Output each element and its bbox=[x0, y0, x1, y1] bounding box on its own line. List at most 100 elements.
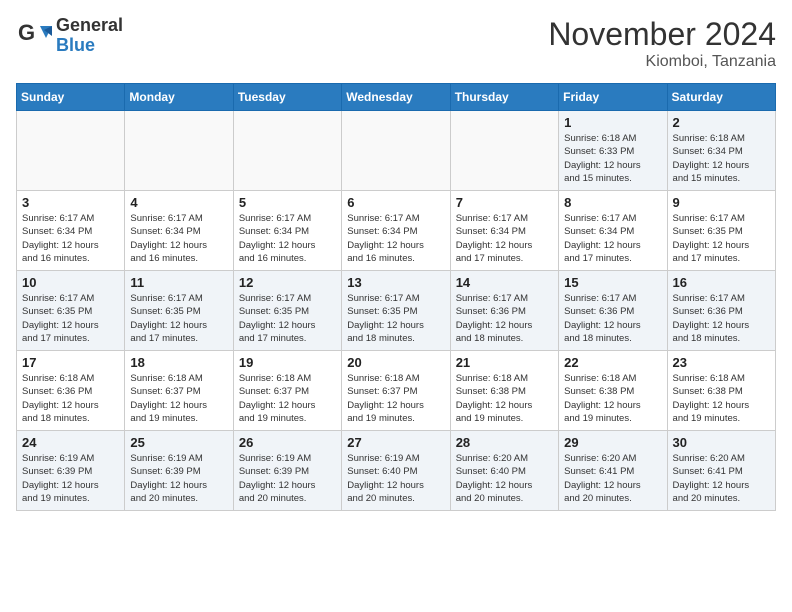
calendar-week-row: 10Sunrise: 6:17 AM Sunset: 6:35 PM Dayli… bbox=[17, 271, 776, 351]
day-info: Sunrise: 6:17 AM Sunset: 6:34 PM Dayligh… bbox=[130, 212, 227, 265]
day-info: Sunrise: 6:19 AM Sunset: 6:40 PM Dayligh… bbox=[347, 452, 444, 505]
day-number: 22 bbox=[564, 355, 661, 370]
day-info: Sunrise: 6:18 AM Sunset: 6:37 PM Dayligh… bbox=[347, 372, 444, 425]
day-number: 23 bbox=[673, 355, 770, 370]
logo-general-text: General bbox=[56, 16, 123, 36]
day-info: Sunrise: 6:18 AM Sunset: 6:37 PM Dayligh… bbox=[130, 372, 227, 425]
day-number: 5 bbox=[239, 195, 336, 210]
calendar-cell: 17 Sunrise: 6:18 AM Sunset: 6:36 PM Dayli… bbox=[17, 351, 125, 431]
calendar-cell bbox=[342, 111, 450, 191]
day-number: 30 bbox=[673, 435, 770, 450]
calendar-cell: 22Sunrise: 6:18 AM Sunset: 6:38 PM Dayli… bbox=[559, 351, 667, 431]
day-number: 7 bbox=[456, 195, 553, 210]
weekday-header-saturday: Saturday bbox=[667, 84, 775, 111]
day-info: Sunrise: 6:20 AM Sunset: 6:41 PM Dayligh… bbox=[673, 452, 770, 505]
calendar-cell: 12 Sunrise: 6:17 AM Sunset: 6:35 PM Dayli… bbox=[233, 271, 341, 351]
day-number: 20 bbox=[347, 355, 444, 370]
weekday-header-wednesday: Wednesday bbox=[342, 84, 450, 111]
weekday-header-sunday: Sunday bbox=[17, 84, 125, 111]
day-number: 14 bbox=[456, 275, 553, 290]
calendar-cell: 25 Sunrise: 6:19 AM Sunset: 6:39 PM Dayli… bbox=[125, 431, 233, 511]
calendar-cell: 6 Sunrise: 6:17 AM Sunset: 6:34 PM Daylig… bbox=[342, 191, 450, 271]
weekday-header-tuesday: Tuesday bbox=[233, 84, 341, 111]
day-info: Sunrise: 6:17 AM Sunset: 6:34 PM Dayligh… bbox=[347, 212, 444, 265]
calendar-cell: 1 Sunrise: 6:18 AM Sunset: 6:33 PM Daylig… bbox=[559, 111, 667, 191]
calendar-cell bbox=[450, 111, 558, 191]
calendar-week-row: 3 Sunrise: 6:17 AM Sunset: 6:34 PM Daylig… bbox=[17, 191, 776, 271]
day-number: 25 bbox=[130, 435, 227, 450]
calendar-cell: 26Sunrise: 6:19 AM Sunset: 6:39 PM Dayli… bbox=[233, 431, 341, 511]
weekday-header-row: SundayMondayTuesdayWednesdayThursdayFrid… bbox=[17, 84, 776, 111]
calendar-cell: 15 Sunrise: 6:17 AM Sunset: 6:36 PM Dayli… bbox=[559, 271, 667, 351]
calendar-subtitle: Kiomboi, Tanzania bbox=[548, 53, 776, 71]
day-number: 8 bbox=[564, 195, 661, 210]
calendar-week-row: 24Sunrise: 6:19 AM Sunset: 6:39 PM Dayli… bbox=[17, 431, 776, 511]
page-header: G General Blue November 2024 Kiomboi, Ta… bbox=[16, 16, 776, 71]
day-info: Sunrise: 6:17 AM Sunset: 6:35 PM Dayligh… bbox=[673, 212, 770, 265]
calendar-cell: 3 Sunrise: 6:17 AM Sunset: 6:34 PM Daylig… bbox=[17, 191, 125, 271]
logo-icon: G bbox=[16, 18, 52, 54]
calendar-cell: 24Sunrise: 6:19 AM Sunset: 6:39 PM Dayli… bbox=[17, 431, 125, 511]
day-number: 4 bbox=[130, 195, 227, 210]
day-info: Sunrise: 6:17 AM Sunset: 6:35 PM Dayligh… bbox=[239, 292, 336, 345]
day-number: 26 bbox=[239, 435, 336, 450]
day-info: Sunrise: 6:18 AM Sunset: 6:38 PM Dayligh… bbox=[673, 372, 770, 425]
day-number: 2 bbox=[673, 115, 770, 130]
calendar-cell: 7Sunrise: 6:17 AM Sunset: 6:34 PM Daylig… bbox=[450, 191, 558, 271]
calendar-cell: 13Sunrise: 6:17 AM Sunset: 6:35 PM Dayli… bbox=[342, 271, 450, 351]
day-number: 21 bbox=[456, 355, 553, 370]
day-number: 6 bbox=[347, 195, 444, 210]
calendar-cell bbox=[233, 111, 341, 191]
calendar-cell: 18 Sunrise: 6:18 AM Sunset: 6:37 PM Dayli… bbox=[125, 351, 233, 431]
day-info: Sunrise: 6:19 AM Sunset: 6:39 PM Dayligh… bbox=[130, 452, 227, 505]
weekday-header-friday: Friday bbox=[559, 84, 667, 111]
day-info: Sunrise: 6:18 AM Sunset: 6:38 PM Dayligh… bbox=[456, 372, 553, 425]
day-number: 27 bbox=[347, 435, 444, 450]
day-info: Sunrise: 6:20 AM Sunset: 6:41 PM Dayligh… bbox=[564, 452, 661, 505]
day-number: 29 bbox=[564, 435, 661, 450]
day-number: 19 bbox=[239, 355, 336, 370]
day-info: Sunrise: 6:17 AM Sunset: 6:35 PM Dayligh… bbox=[130, 292, 227, 345]
weekday-header-thursday: Thursday bbox=[450, 84, 558, 111]
day-number: 15 bbox=[564, 275, 661, 290]
day-info: Sunrise: 6:17 AM Sunset: 6:36 PM Dayligh… bbox=[564, 292, 661, 345]
day-info: Sunrise: 6:17 AM Sunset: 6:36 PM Dayligh… bbox=[673, 292, 770, 345]
calendar-cell: 28Sunrise: 6:20 AM Sunset: 6:40 PM Dayli… bbox=[450, 431, 558, 511]
day-info: Sunrise: 6:17 AM Sunset: 6:34 PM Dayligh… bbox=[239, 212, 336, 265]
day-number: 13 bbox=[347, 275, 444, 290]
calendar-title: November 2024 bbox=[548, 16, 776, 53]
day-info: Sunrise: 6:18 AM Sunset: 6:33 PM Dayligh… bbox=[564, 132, 661, 185]
calendar-cell: 8 Sunrise: 6:17 AM Sunset: 6:34 PM Daylig… bbox=[559, 191, 667, 271]
logo: G General Blue bbox=[16, 16, 123, 56]
calendar-cell: 9Sunrise: 6:17 AM Sunset: 6:35 PM Daylig… bbox=[667, 191, 775, 271]
calendar-week-row: 17 Sunrise: 6:18 AM Sunset: 6:36 PM Dayli… bbox=[17, 351, 776, 431]
calendar-cell: 27 Sunrise: 6:19 AM Sunset: 6:40 PM Dayli… bbox=[342, 431, 450, 511]
calendar-cell: 14Sunrise: 6:17 AM Sunset: 6:36 PM Dayli… bbox=[450, 271, 558, 351]
day-number: 3 bbox=[22, 195, 119, 210]
day-info: Sunrise: 6:20 AM Sunset: 6:40 PM Dayligh… bbox=[456, 452, 553, 505]
calendar-cell bbox=[125, 111, 233, 191]
calendar-cell: 4 Sunrise: 6:17 AM Sunset: 6:34 PM Daylig… bbox=[125, 191, 233, 271]
calendar-cell bbox=[17, 111, 125, 191]
calendar-cell: 20 Sunrise: 6:18 AM Sunset: 6:37 PM Dayli… bbox=[342, 351, 450, 431]
day-info: Sunrise: 6:17 AM Sunset: 6:35 PM Dayligh… bbox=[22, 292, 119, 345]
calendar-cell: 30 Sunrise: 6:20 AM Sunset: 6:41 PM Dayli… bbox=[667, 431, 775, 511]
calendar-cell: 2Sunrise: 6:18 AM Sunset: 6:34 PM Daylig… bbox=[667, 111, 775, 191]
day-number: 18 bbox=[130, 355, 227, 370]
weekday-header-monday: Monday bbox=[125, 84, 233, 111]
calendar-cell: 16 Sunrise: 6:17 AM Sunset: 6:36 PM Dayli… bbox=[667, 271, 775, 351]
day-info: Sunrise: 6:18 AM Sunset: 6:37 PM Dayligh… bbox=[239, 372, 336, 425]
day-number: 12 bbox=[239, 275, 336, 290]
calendar-cell: 21 Sunrise: 6:18 AM Sunset: 6:38 PM Dayli… bbox=[450, 351, 558, 431]
day-info: Sunrise: 6:17 AM Sunset: 6:34 PM Dayligh… bbox=[564, 212, 661, 265]
calendar-cell: 19 Sunrise: 6:18 AM Sunset: 6:37 PM Dayli… bbox=[233, 351, 341, 431]
day-number: 16 bbox=[673, 275, 770, 290]
day-info: Sunrise: 6:17 AM Sunset: 6:34 PM Dayligh… bbox=[22, 212, 119, 265]
calendar-cell: 29 Sunrise: 6:20 AM Sunset: 6:41 PM Dayli… bbox=[559, 431, 667, 511]
day-info: Sunrise: 6:18 AM Sunset: 6:36 PM Dayligh… bbox=[22, 372, 119, 425]
calendar-week-row: 1 Sunrise: 6:18 AM Sunset: 6:33 PM Daylig… bbox=[17, 111, 776, 191]
calendar-cell: 11Sunrise: 6:17 AM Sunset: 6:35 PM Dayli… bbox=[125, 271, 233, 351]
day-number: 17 bbox=[22, 355, 119, 370]
svg-text:G: G bbox=[18, 20, 35, 45]
day-number: 1 bbox=[564, 115, 661, 130]
